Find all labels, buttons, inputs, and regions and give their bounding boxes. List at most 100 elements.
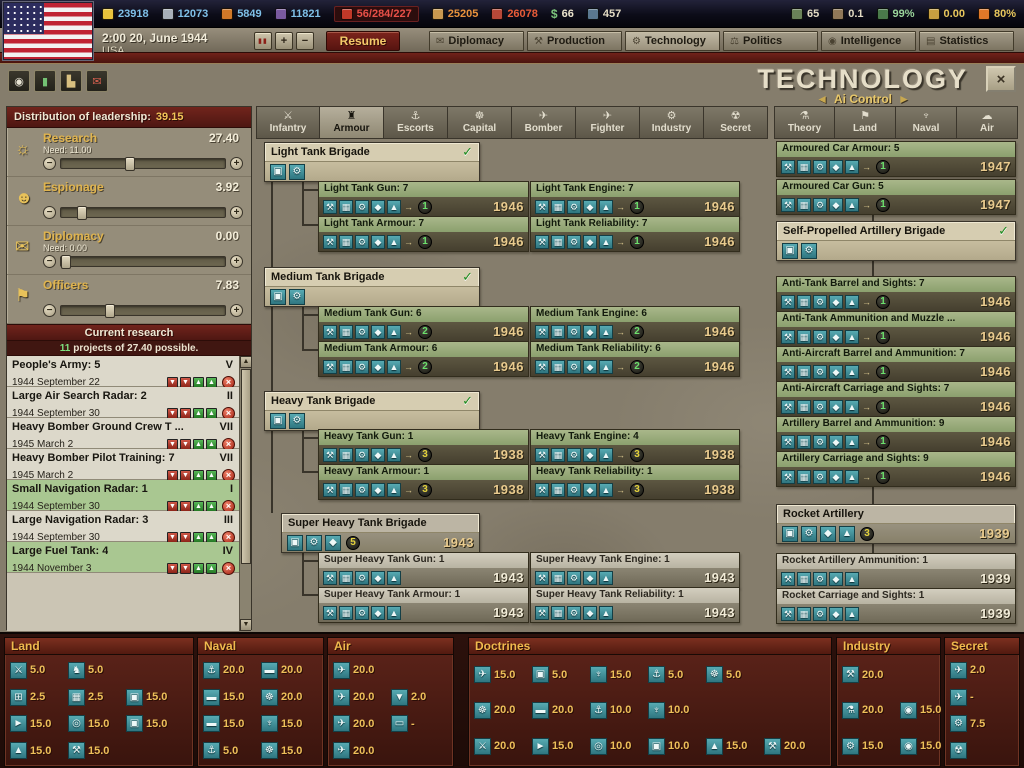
cancel-research-button[interactable]: × (222, 562, 235, 575)
research-slider[interactable] (60, 157, 226, 171)
diplomacy-increase-button[interactable]: + (230, 255, 243, 268)
scroll-down-icon[interactable]: ▼ (240, 619, 251, 631)
tech-tab-theory[interactable]: ⚗ Theory (774, 106, 835, 139)
ai-control-prev-icon[interactable]: ◄ (816, 92, 828, 106)
ai-control-selector[interactable]: ◄ Ai Control ► (758, 92, 968, 106)
espionage-increase-button[interactable]: + (230, 206, 243, 219)
tech-tab-capital[interactable]: ☸ Capital (448, 106, 512, 139)
tech-super-heavy-tank-gun-1[interactable]: Super Heavy Tank Gun: 1 ⚒ ▦ ⚙ ◆ ▲ 1943 (318, 552, 529, 588)
tech-tab-naval[interactable]: ♆ Naval (896, 106, 957, 139)
tech-component-icon: ▲ (845, 329, 859, 344)
ai-control-next-icon[interactable]: ► (898, 92, 910, 106)
diplomacy-decrease-button[interactable]: − (43, 255, 56, 268)
tech-rocket-artillery-ammunition-1[interactable]: Rocket Artillery Ammunition: 1 ⚒ ▦ ⚙ ◆ ▲ 1939 (776, 553, 1016, 589)
tech-brigade-super-heavy-tank-brigade[interactable]: Super Heavy Tank Brigade ▣ ⚙ ◆ 5 1943 (281, 513, 480, 553)
tech-anti-tank-ammunition-and-muzzle[interactable]: Anti-Tank Ammunition and Muzzle ... ⚒ ▦ ⚙ ◆ ▲… (776, 311, 1016, 347)
tech-brigade-medium-tank-brigade[interactable]: Medium Tank Brigade ✓ ▣ ⚙ (264, 267, 480, 307)
diplomacy-slider[interactable] (60, 255, 226, 269)
mail-message-button[interactable]: ✉ (86, 70, 108, 92)
priority-up-button[interactable]: ▲ (206, 563, 217, 574)
tech-artillery-barrel-and-ammunition-9[interactable]: Artillery Barrel and Ammunition: 9 ⚒ ▦ ⚙ ◆ ▲ →… (776, 416, 1016, 452)
diplomacy-slider-handle[interactable] (60, 255, 71, 269)
tech-component-icon: ⚒ (535, 324, 549, 339)
tech-heavy-tank-gun-1[interactable]: Heavy Tank Gun: 1 ⚒ ▦ ⚙ ◆ ▲ → 3 1938 (318, 429, 529, 465)
research-decrease-button[interactable]: − (43, 157, 56, 170)
tech-heavy-tank-engine-4[interactable]: Heavy Tank Engine: 4 ⚒ ▦ ⚙ ◆ ▲ → 3 1938 (530, 429, 740, 465)
tech-tab-bomber[interactable]: ✈ Bomber (512, 106, 576, 139)
tab-technology[interactable]: ⚙ Technology (625, 31, 720, 51)
tab-politics[interactable]: ⚖ Politics (723, 31, 818, 51)
espionage-slider-handle[interactable] (77, 206, 88, 220)
resume-button[interactable]: Resume (326, 31, 400, 51)
tech-medium-tank-armour-6[interactable]: Medium Tank Armour: 6 ⚒ ▦ ⚙ ◆ ▲ → 2 1946 (318, 341, 529, 377)
tech-tab-secret[interactable]: ☢ Secret (704, 106, 768, 139)
research-increase-button[interactable]: + (230, 157, 243, 170)
tech-component-icon: ▣ (782, 242, 798, 259)
speed-down-button[interactable]: − (296, 32, 314, 50)
tech-component-icon: ▲ (387, 482, 401, 497)
scroll-thumb[interactable] (241, 369, 251, 564)
research-slider-handle[interactable] (124, 157, 135, 171)
close-button[interactable]: × (986, 66, 1016, 92)
tech-light-tank-engine-7[interactable]: Light Tank Engine: 7 ⚒ ▦ ⚙ ◆ ▲ → 1 1946 (530, 181, 740, 217)
tech-tab-land[interactable]: ⚑ Land (835, 106, 896, 139)
speed-up-button[interactable]: + (275, 32, 293, 50)
graphs-message-button[interactable]: ▮ (34, 70, 56, 92)
scroll-up-icon[interactable]: ▲ (240, 356, 251, 368)
espionage-decrease-button[interactable]: − (43, 206, 56, 219)
tech-medium-tank-engine-6[interactable]: Medium Tank Engine: 6 ⚒ ▦ ⚙ ◆ ▲ → 2 1946 (530, 306, 740, 342)
tech-armoured-car-gun-5[interactable]: Armoured Car Gun: 5 ⚒ ▦ ⚙ ◆ ▲ → 1 1947 (776, 179, 1016, 215)
tech-points: 20.0 (281, 691, 303, 704)
tech-light-tank-gun-7[interactable]: Light Tank Gun: 7 ⚒ ▦ ⚙ ◆ ▲ → 1 1946 (318, 181, 529, 217)
tech-tab-escorts[interactable]: ⚓ Escorts (384, 106, 448, 139)
tech-rocket-carriage-and-sights-1[interactable]: Rocket Carriage and Sights: 1 ⚒ ▦ ⚙ ◆ ▲ 1939 (776, 588, 1016, 624)
tech-points: 5.0 (88, 664, 104, 677)
tech-medium-tank-gun-6[interactable]: Medium Tank Gun: 6 ⚒ ▦ ⚙ ◆ ▲ → 2 1946 (318, 306, 529, 342)
tech-super-heavy-tank-reliability-1[interactable]: Super Heavy Tank Reliability: 1 ⚒ ▦ ⚙ ◆ ▲ 1943 (530, 587, 740, 623)
priority-down-button[interactable]: ▼ (167, 563, 178, 574)
tech-points: 10.0 (668, 740, 690, 753)
tech-brigade-heavy-tank-brigade[interactable]: Heavy Tank Brigade ✓ ▣ ⚙ (264, 391, 480, 431)
tech-light-tank-reliability-7[interactable]: Light Tank Reliability: 7 ⚒ ▦ ⚙ ◆ ▲ → 1 1946 (530, 216, 740, 252)
tech-super-heavy-tank-engine-1[interactable]: Super Heavy Tank Engine: 1 ⚒ ▦ ⚙ ◆ ▲ 1943 (530, 552, 740, 588)
radio-message-button[interactable]: ◉ (8, 70, 30, 92)
tech-brigade-light-tank-brigade[interactable]: Light Tank Brigade ✓ ▣ ⚙ (264, 142, 480, 182)
tech-anti-aircraft-carriage-and-sights-7[interactable]: Anti-Aircraft Carriage and Sights: 7 ⚒ ▦ ⚙ ◆… (776, 381, 1016, 417)
tech-medium-tank-reliability-6[interactable]: Medium Tank Reliability: 6 ⚒ ▦ ⚙ ◆ ▲ → 2 1946 (530, 341, 740, 377)
tech-tab-air[interactable]: ☁ Air (957, 106, 1018, 139)
tech-armoured-car-armour-5[interactable]: Armoured Car Armour: 5 ⚒ ▦ ⚙ ◆ ▲ → 1 1947 (776, 141, 1016, 177)
tech-summary-airborne-doctrine: ✈ 15.0 (474, 666, 526, 684)
tech-anti-tank-barrel-and-sights-7[interactable]: Anti-Tank Barrel and Sights: 7 ⚒ ▦ ⚙ ◆ ▲ → 1 194… (776, 276, 1016, 312)
pause-button[interactable]: ▮▮ (254, 32, 272, 50)
tech-artillery-carriage-and-sights-9[interactable]: Artillery Carriage and Sights: 9 ⚒ ▦ ⚙ ◆ ▲ → 1 1… (776, 451, 1016, 487)
tech-super-heavy-tank-armour-1[interactable]: Super Heavy Tank Armour: 1 ⚒ ▦ ⚙ ◆ ▲ 1943 (318, 587, 529, 623)
move-down-button[interactable]: ▼ (180, 563, 191, 574)
tech-brigade-rocket-artillery[interactable]: Rocket Artillery ▣ ⚙ ◆ ▲ 3 1939 (776, 504, 1016, 544)
tech-tab-infantry[interactable]: ⚔ Infantry (256, 106, 320, 139)
tech-tab-industry[interactable]: ⚙ Industry (640, 106, 704, 139)
officers-decrease-button[interactable]: − (43, 304, 56, 317)
officers-slider[interactable] (60, 304, 226, 318)
research-value: 27.40 (208, 131, 239, 145)
tech-brigade-self-propelled-artillery-brigade[interactable]: Self-Propelled Artillery Brigade ✓ ▣ ⚙ (776, 221, 1016, 261)
move-up-button[interactable]: ▲ (193, 563, 204, 574)
tab-production[interactable]: ⚒ Production (527, 31, 622, 51)
tab-intelligence[interactable]: ◉ Intelligence (821, 31, 916, 51)
tech-heavy-tank-reliability-1[interactable]: Heavy Tank Reliability: 1 ⚒ ▦ ⚙ ◆ ▲ → 3 1938 (530, 464, 740, 500)
tech-tab-fighter[interactable]: ✈ Fighter (576, 106, 640, 139)
tech-component-icon: ⚙ (813, 571, 827, 586)
tech-tab-armour[interactable]: ♜ Armour (320, 106, 384, 139)
espionage-slider[interactable] (60, 206, 226, 220)
tech-points: 20.0 (784, 740, 806, 753)
tech-year: 1943 (443, 535, 474, 550)
officers-slider-handle[interactable] (105, 304, 116, 318)
tech-light-tank-armour-7[interactable]: Light Tank Armour: 7 ⚒ ▦ ⚙ ◆ ▲ → 1 1946 (318, 216, 529, 252)
ledger-message-button[interactable]: ▙ (60, 70, 82, 92)
tech-anti-aircraft-barrel-and-ammunition-7[interactable]: Anti-Aircraft Barrel and Ammunition: 7 ⚒ ▦… (776, 346, 1016, 382)
tab-statistics[interactable]: ▤ Statistics (919, 31, 1014, 51)
officers-increase-button[interactable]: + (230, 304, 243, 317)
tab-diplomacy[interactable]: ✉ Diplomacy (429, 31, 524, 51)
tech-summary-escort-doctrine: ⚓ 10.0 (590, 701, 642, 719)
tech-component-icon: ⚒ (323, 605, 337, 620)
tech-heavy-tank-armour-1[interactable]: Heavy Tank Armour: 1 ⚒ ▦ ⚙ ◆ ▲ → 3 1938 (318, 464, 529, 500)
